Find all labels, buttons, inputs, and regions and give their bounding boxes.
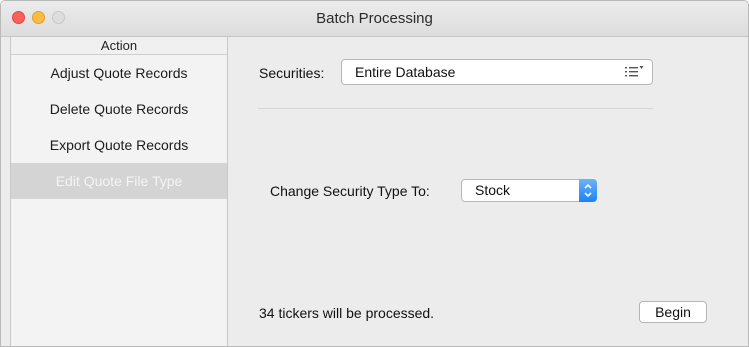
sidebar-item-edit-quote-file-type[interactable]: Edit Quote File Type [11,163,227,199]
sidebar-header: Action [11,37,227,55]
title-bar: Batch Processing [1,1,748,37]
sidebar-item-adjust-quote-records[interactable]: Adjust Quote Records [11,55,227,91]
begin-button[interactable]: Begin [639,301,707,323]
chevron-up-down-icon [584,183,592,198]
window-title: Batch Processing [316,10,433,27]
popup-stepper [579,179,597,202]
list-menu-icon [625,66,644,77]
action-sidebar: Action Adjust Quote Records Delete Quote… [10,37,228,346]
securities-popup[interactable]: Entire Database [341,59,653,85]
change-type-label: Change Security Type To: [270,183,430,199]
security-type-popup[interactable]: Stock [461,179,597,202]
batch-processing-window: Batch Processing Action Adjust Quote Rec… [0,0,749,347]
status-text: 34 tickers will be processed. [259,305,435,321]
securities-label: Securities: [259,65,325,81]
sidebar-item-delete-quote-records[interactable]: Delete Quote Records [11,91,227,127]
sidebar-item-export-quote-records[interactable]: Export Quote Records [11,127,227,163]
securities-popup-value: Entire Database [355,64,456,80]
section-divider [258,108,653,109]
security-type-value: Stock [475,182,511,198]
